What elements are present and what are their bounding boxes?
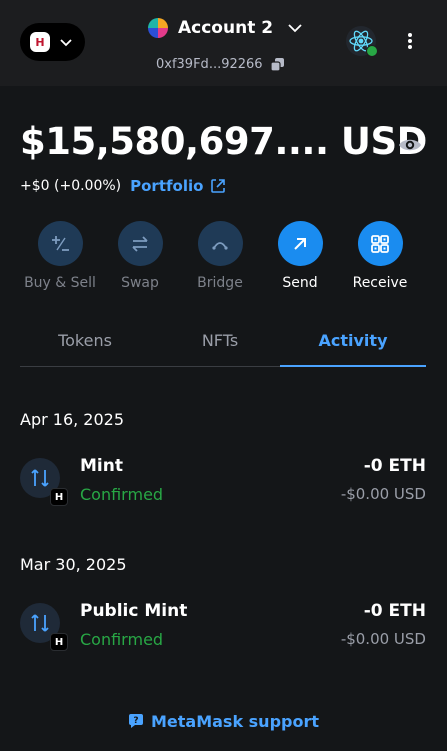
transaction-fiat: -$0.00 USD [340,630,426,648]
transaction-amount: -0 ETH [363,456,426,476]
receive-button[interactable]: Receive [345,221,415,296]
network-badge-letter: H [35,35,45,49]
transaction-title: Mint [80,456,123,476]
contract-interaction-icon [31,469,49,487]
address-text: 0xf39Fd...92266 [156,56,263,72]
external-link-icon[interactable] [210,178,226,194]
bridge-button[interactable]: Bridge [185,221,255,296]
buy-sell-circle [37,221,83,266]
buy-sell-button[interactable]: Buy & Sell [24,221,96,296]
send-label: Send [282,275,318,291]
connected-site-icon[interactable] [346,26,378,57]
activity-item[interactable]: H Mint Confirmed -0 ETH -$0.00 USD [20,456,426,516]
balance-amount: $15,580,697.... USD [20,120,427,163]
transaction-status: Confirmed [80,630,164,649]
account-picker[interactable]: Account 2 [148,14,303,42]
app-header: H Account 2 0xf39Fd...92266 [0,0,447,86]
chevron-down-icon [60,39,72,47]
account-name: Account 2 [178,18,274,38]
copy-icon[interactable] [269,57,285,72]
account-avatar [148,18,168,38]
contract-interaction-icon [31,614,49,632]
buy-sell-label: Buy & Sell [24,275,96,291]
send-button[interactable]: Send [265,221,335,296]
transaction-status: Confirmed [80,485,164,504]
network-badge: H [50,633,68,651]
qr-code-icon [371,234,389,253]
balance-change: +$0 (+0.00%) [20,178,122,194]
asset-tabs: Tokens NFTs Activity [20,322,426,368]
swap-arrows-icon [132,235,148,252]
receive-circle [357,221,403,266]
activity-item[interactable]: H Public Mint Confirmed -0 ETH -$0.00 US… [20,601,426,661]
transaction-fiat: -$0.00 USD [340,485,426,503]
send-circle [277,221,323,266]
kebab-menu-icon[interactable] [402,31,418,51]
eye-icon[interactable] [398,133,422,157]
svg-text:?: ? [133,716,138,726]
network-selector[interactable]: H [20,23,85,61]
tab-activity[interactable]: Activity [288,322,418,366]
tab-nfts[interactable]: NFTs [155,322,285,366]
swap-label: Swap [121,275,159,291]
portfolio-link[interactable]: Portfolio [130,177,203,195]
bridge-arc-icon [212,241,228,250]
chat-help-icon: ? [128,714,143,728]
activity-date: Mar 30, 2025 [20,555,127,574]
active-tab-indicator [280,365,426,367]
plus-minus-icon [52,235,69,251]
balance-change-row: +$0 (+0.00%) Portfolio [20,175,226,197]
bridge-circle [197,221,243,266]
tab-tokens[interactable]: Tokens [20,322,150,366]
network-badge: H [50,488,68,506]
connected-status-dot [366,45,378,57]
activity-date: Apr 16, 2025 [20,410,125,429]
transaction-amount: -0 ETH [363,601,426,621]
arrow-up-right-icon [294,237,306,250]
network-icon: H [30,32,50,52]
receive-label: Receive [352,275,408,291]
bridge-label: Bridge [197,275,243,291]
chevron-down-icon [288,24,302,33]
support-label: MetaMask support [150,711,320,731]
swap-circle [117,221,163,266]
support-link[interactable]: ? MetaMask support [0,710,447,732]
transaction-title: Public Mint [80,601,188,621]
swap-button[interactable]: Swap [105,221,175,296]
account-address[interactable]: 0xf39Fd...92266 [156,54,285,74]
